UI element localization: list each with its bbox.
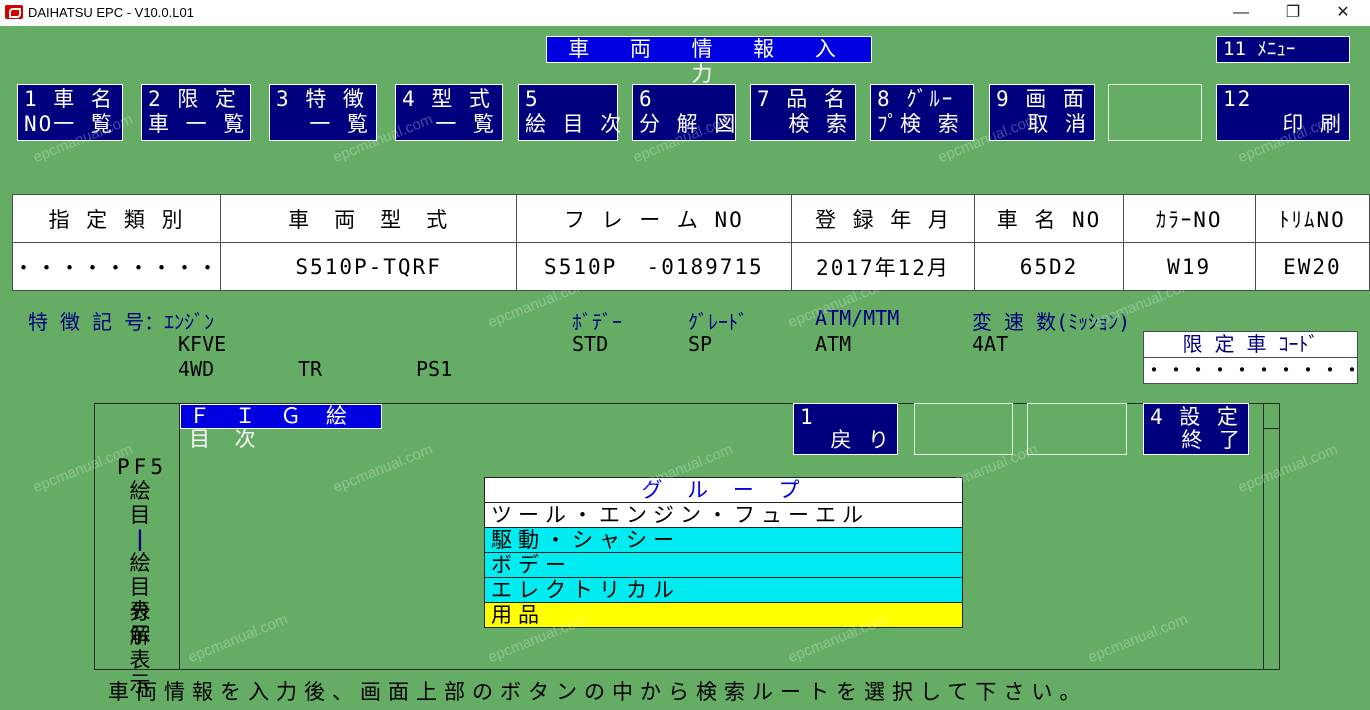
button-label: 8 ｸﾞﾙｰ xyxy=(877,87,955,111)
header-frame-no: フ レ ー ム NO xyxy=(516,194,792,243)
button-label: 検 索 xyxy=(788,112,849,136)
table-row: ・・・・・・・・・ S510P-TQRF S510P -0189715 2017… xyxy=(12,242,1370,291)
header-registration-date: 登 録 年 月 xyxy=(790,194,976,243)
daihatsu-logo-icon xyxy=(5,5,23,19)
group-item-drive-chassis[interactable]: 駆動・シャシー xyxy=(485,528,962,553)
body-label: ﾎﾞﾃﾞｰ xyxy=(572,310,622,334)
tr-value: TR xyxy=(298,357,323,381)
body-value: STD xyxy=(572,332,609,356)
feature-code-label: 特 徴 記 号：ｴﾝｼﾞﾝ xyxy=(28,310,215,334)
illustration-index-button[interactable]: 5 絵 目 次 xyxy=(518,84,624,141)
minimize-button[interactable]: — xyxy=(1218,0,1264,26)
window-title: DAIHATSU EPC - V10.0.L01 xyxy=(28,5,194,20)
panel-divider xyxy=(1263,428,1279,429)
grade-label: ｸﾞﾚｰﾄﾞ xyxy=(688,310,748,334)
button-label: 7 品 名 xyxy=(757,87,847,111)
fig-index-title: Ｆ Ｉ Ｇ 絵 目 次 xyxy=(180,404,382,451)
group-search-button[interactable]: 8 ｸﾞﾙｰ ﾌﾟ検 索 xyxy=(870,84,974,141)
screen-title: 車 両 情 報 入 力 xyxy=(546,36,872,86)
empty-panel-button[interactable] xyxy=(914,403,1013,455)
window-titlebar: DAIHATSU EPC - V10.0.L01 — ❐ ✕ xyxy=(0,0,1370,26)
button-label: 車 一 覧 xyxy=(148,112,247,136)
limited-car-code-input[interactable]: ・・・・・・・・・・・ xyxy=(1144,357,1370,383)
instruction-text: 車両情報を入力後、画面上部のボタンの中から検索ルートを選択して下さい。 xyxy=(108,680,1088,704)
group-item-electrical[interactable]: エレクトリカル xyxy=(485,578,962,603)
button-label: 4 設 定 xyxy=(1150,405,1240,429)
button-label: 5 xyxy=(525,87,540,111)
side-label: | xyxy=(133,527,151,551)
button-label: 戻 り xyxy=(830,428,891,452)
maximize-button[interactable]: ❐ xyxy=(1270,0,1316,26)
button-label: 3 特 徴 xyxy=(276,87,366,111)
vehicle-model-input[interactable]: S510P-TQRF xyxy=(219,242,518,291)
limited-car-code-box: 限 定 車 ｺｰﾄﾞ ・・・・・・・・・・・ xyxy=(1143,331,1370,384)
finish-settings-button[interactable]: 4 設 定 終 了 xyxy=(1143,403,1249,455)
header-color-no: ｶﾗｰNO xyxy=(1122,194,1256,243)
header-car-name-no: 車 名 NO xyxy=(974,194,1124,243)
side-label: 絵 目 xyxy=(129,479,155,527)
group-list: グ ル ー プ ツール・エンジン・フューエル 駆動・シャシー ボデー エレクトリ… xyxy=(484,477,963,628)
button-label: 一 覧 xyxy=(309,112,370,136)
side-label: 分 解 xyxy=(129,600,155,648)
group-item-tool-engine-fuel[interactable]: ツール・エンジン・フューエル xyxy=(485,503,962,528)
button-label: 4 型 式 xyxy=(402,87,492,111)
designation-class-input[interactable]: ・・・・・・・・・ xyxy=(12,242,221,291)
grade-value: SP xyxy=(688,332,713,356)
button-label: 1 xyxy=(800,405,815,429)
panel-divider xyxy=(1263,404,1264,669)
table-header-row: 指 定 類 別 車 両 型 式 フ レ ー ム NO 登 録 年 月 車 名 N… xyxy=(12,194,1370,243)
vehicle-info-table: 指 定 類 別 車 両 型 式 フ レ ー ム NO 登 録 年 月 車 名 N… xyxy=(12,194,1370,291)
drive-value: 4WD xyxy=(178,357,215,381)
engine-value: KFVE xyxy=(178,332,227,356)
close-button[interactable]: ✕ xyxy=(1320,0,1366,26)
empty-panel-button[interactable] xyxy=(1027,403,1127,455)
button-label: 6 xyxy=(639,87,654,111)
button-label: 絵 目 次 xyxy=(525,112,624,136)
frame-no-input[interactable]: S510P -0189715 xyxy=(516,242,792,291)
ps-value: PS1 xyxy=(416,357,453,381)
empty-function-button[interactable] xyxy=(1108,84,1202,141)
button-label: 1 車 名 xyxy=(24,87,114,111)
car-name-no-input[interactable]: 65D2 xyxy=(974,242,1124,291)
back-button[interactable]: 1 戻 り xyxy=(793,403,898,455)
header-designation-class: 指 定 類 別 xyxy=(12,194,221,243)
transmission-value: 4AT xyxy=(972,332,1009,356)
group-list-header: グ ル ー プ xyxy=(485,478,962,503)
button-label: 9 画 面 xyxy=(996,87,1086,111)
menu-button[interactable]: 11 ﾒﾆｭｰ xyxy=(1216,36,1350,63)
limited-car-code-label: 限 定 車 ｺｰﾄﾞ xyxy=(1182,332,1319,356)
part-name-search-button[interactable]: 7 品 名 検 索 xyxy=(750,84,856,141)
button-label: 終 了 xyxy=(1181,428,1242,452)
limited-car-list-button[interactable]: 2 限 定 車 一 覧 xyxy=(141,84,251,141)
side-label: 絵 目 xyxy=(129,551,155,599)
trim-no-input[interactable]: EW20 xyxy=(1254,242,1370,291)
button-label: 12 xyxy=(1223,87,1253,111)
feature-list-button[interactable]: 3 特 徴 一 覧 xyxy=(269,84,377,141)
atm-mtm-value: ATM xyxy=(815,332,852,356)
button-label: ﾌﾟ検 索 xyxy=(877,112,961,136)
header-vehicle-model: 車 両 型 式 xyxy=(219,194,518,243)
group-item-body[interactable]: ボデー xyxy=(485,553,962,578)
panel-divider xyxy=(179,404,180,669)
button-label: 2 限 定 xyxy=(148,87,238,111)
header-trim-no: ﾄﾘﾑNO xyxy=(1254,194,1370,243)
